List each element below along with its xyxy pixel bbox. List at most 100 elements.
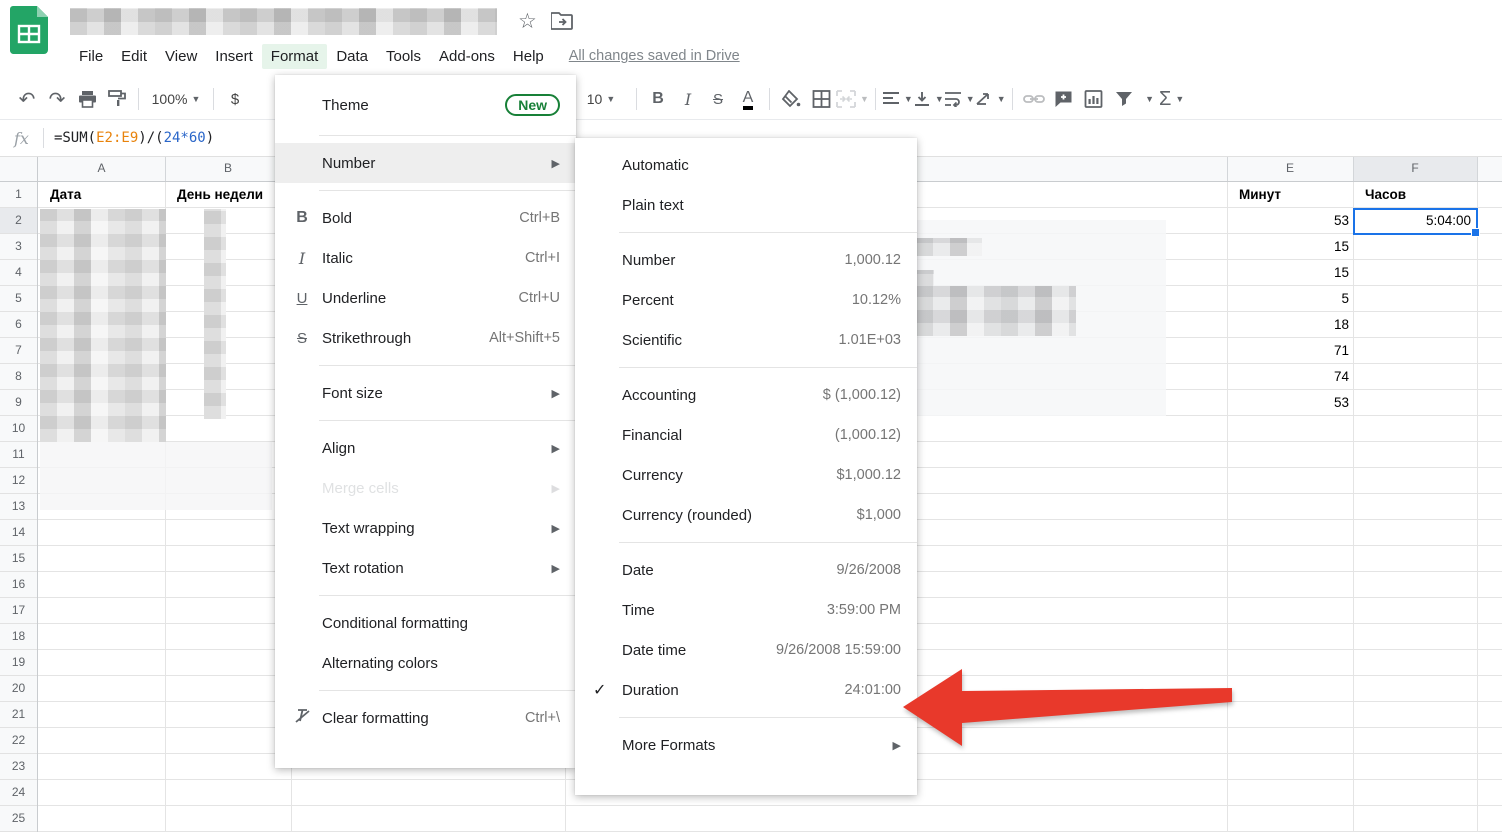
move-to-folder-icon[interactable] [550,11,573,36]
row-header[interactable]: 24 [0,780,37,806]
font-size-select[interactable]: 10 ▼ [572,85,630,113]
menu-item-duration[interactable]: ✓ Duration 24:01:00 [575,670,917,710]
functions-button[interactable]: Σ ▼ [1157,85,1187,113]
menu-item-scientific[interactable]: Scientific 1.01E+03 [575,320,917,360]
cell-value[interactable]: 15 [1227,234,1349,260]
row-header[interactable]: 5 [0,286,37,312]
menu-item-currency-rounded[interactable]: Currency (rounded) $1,000 [575,495,917,535]
cell-value[interactable]: 74 [1227,364,1349,390]
column-header-f[interactable]: F [1353,155,1477,181]
menu-addons[interactable]: Add-ons [430,44,504,69]
fill-color-button[interactable] [776,85,806,113]
cell-b1[interactable]: День недели [171,182,291,208]
horizontal-align-button[interactable]: ▼ [882,85,913,113]
cell-a1[interactable]: Дата [44,182,164,208]
insert-chart-button[interactable] [1079,85,1109,113]
row-header[interactable]: 8 [0,364,37,390]
menu-item-number-format[interactable]: Number 1,000.12 [575,240,917,280]
print-button[interactable] [72,85,102,113]
sheets-logo-icon[interactable] [10,6,48,54]
row-header[interactable]: 14 [0,520,37,546]
merge-cells-button[interactable]: ▼ [836,85,869,113]
row-header[interactable]: 11 [0,442,37,468]
menu-format[interactable]: Format [261,43,328,69]
row-header[interactable]: 1 [0,182,37,208]
cell-value[interactable]: 5 [1227,286,1349,312]
undo-button[interactable]: ↶ [12,85,42,113]
redo-button[interactable]: ↷ [42,85,72,113]
menu-item-theme[interactable]: Theme New [275,82,576,128]
text-color-button[interactable]: A [733,85,763,113]
cell-value[interactable]: 53 [1227,208,1349,234]
column-header-b[interactable]: B [165,155,291,181]
row-header[interactable]: 19 [0,650,37,676]
cell-value[interactable]: 53 [1227,390,1349,416]
row-header[interactable]: 4 [0,260,37,286]
menu-item-date-time[interactable]: Date time 9/26/2008 15:59:00 [575,630,917,670]
menu-item-more-formats[interactable]: More Formats ▶ [575,725,917,765]
select-all-corner[interactable] [0,155,38,182]
cell-e1[interactable]: Минут [1233,182,1351,208]
text-wrapping-button[interactable]: ▼ [944,85,975,113]
menu-item-time[interactable]: Time 3:59:00 PM [575,590,917,630]
filter-views-dropdown[interactable]: ▼ [1139,85,1157,113]
menu-item-italic[interactable]: I Italic Ctrl+I [275,238,576,278]
row-header[interactable]: 16 [0,572,37,598]
menu-item-underline[interactable]: U Underline Ctrl+U [275,278,576,318]
menu-insert[interactable]: Insert [206,44,262,69]
row-header[interactable]: 21 [0,702,37,728]
row-header[interactable]: 2 [0,208,37,234]
row-header[interactable]: 17 [0,598,37,624]
menu-item-accounting[interactable]: Accounting $ (1,000.12) [575,375,917,415]
selected-cell-outline[interactable] [1353,208,1480,237]
paint-format-button[interactable] [102,85,132,113]
cell-f1[interactable]: Часов [1359,182,1475,208]
row-header[interactable]: 25 [0,806,37,832]
menu-item-text-rotation[interactable]: Text rotation ▶ [275,548,576,588]
menu-item-conditional-formatting[interactable]: Conditional formatting [275,603,576,643]
menu-item-date[interactable]: Date 9/26/2008 [575,550,917,590]
menu-item-plain-text[interactable]: Plain text [575,185,917,225]
star-icon[interactable]: ☆ [518,9,537,34]
row-header[interactable]: 12 [0,468,37,494]
row-header[interactable]: 18 [0,624,37,650]
menu-item-currency[interactable]: Currency $1,000.12 [575,455,917,495]
menu-item-strikethrough[interactable]: S Strikethrough Alt+Shift+5 [275,318,576,358]
row-header[interactable]: 22 [0,728,37,754]
cell-value[interactable]: 18 [1227,312,1349,338]
format-currency-button[interactable]: $ [220,85,250,113]
column-header-a[interactable]: A [38,155,165,181]
save-status-link[interactable]: All changes saved in Drive [569,48,740,64]
bold-button[interactable]: B [643,85,673,113]
italic-button[interactable]: I [673,85,703,113]
filter-button[interactable] [1109,85,1139,113]
insert-link-button[interactable] [1019,85,1049,113]
menu-item-bold[interactable]: B Bold Ctrl+B [275,198,576,238]
row-header[interactable]: 3 [0,234,37,260]
borders-button[interactable] [806,85,836,113]
menu-item-number[interactable]: Number ▶ [275,143,576,183]
row-header[interactable]: 23 [0,754,37,780]
menu-help[interactable]: Help [504,44,553,69]
fill-handle[interactable] [1471,228,1480,237]
menu-item-font-size[interactable]: Font size ▶ [275,373,576,413]
menu-file[interactable]: File [70,44,112,69]
zoom-select[interactable]: 100% ▼ [145,85,207,113]
insert-comment-button[interactable] [1049,85,1079,113]
cell-value[interactable]: 71 [1227,338,1349,364]
document-title-blurred[interactable] [70,8,497,35]
menu-item-percent[interactable]: Percent 10.12% [575,280,917,320]
vertical-align-button[interactable]: ▼ [913,85,944,113]
row-header[interactable]: 6 [0,312,37,338]
row-header[interactable]: 13 [0,494,37,520]
menu-item-automatic[interactable]: Automatic [575,145,917,185]
menu-item-merge-cells[interactable]: Merge cells ▶ [275,468,576,508]
formula-input[interactable]: =SUM(E2:E9)/(24*60) [54,130,214,146]
menu-tools[interactable]: Tools [377,44,430,69]
menu-item-align[interactable]: Align ▶ [275,428,576,468]
menu-item-financial[interactable]: Financial (1,000.12) [575,415,917,455]
menu-view[interactable]: View [156,44,206,69]
column-header-e[interactable]: E [1227,155,1353,181]
text-rotation-button[interactable]: ▼ [975,85,1006,113]
row-header[interactable]: 20 [0,676,37,702]
